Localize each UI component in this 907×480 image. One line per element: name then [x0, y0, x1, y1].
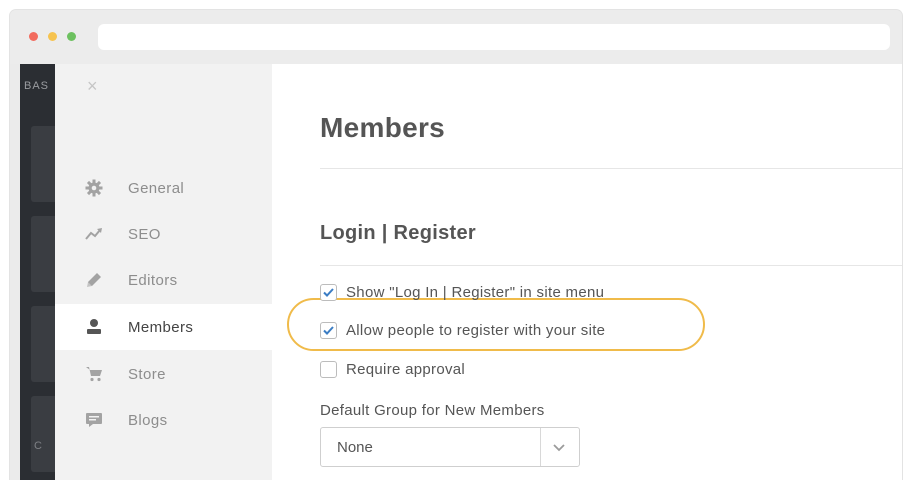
- sidebar-item-general[interactable]: General: [55, 165, 272, 211]
- panel-bottom-text: C: [34, 440, 42, 452]
- panel-block[interactable]: [31, 216, 55, 292]
- person-icon: [83, 316, 105, 338]
- divider: [320, 168, 902, 169]
- require-approval-checkbox[interactable]: [320, 360, 337, 378]
- gear-icon: [83, 177, 105, 199]
- sidebar-item-members[interactable]: Members: [55, 304, 272, 350]
- maximize-window-dot[interactable]: [67, 32, 76, 41]
- chevron-down-icon[interactable]: [552, 440, 566, 459]
- section-title: Login | Register: [320, 222, 476, 244]
- browser-window: BAS C × General SEO Editors Members Stor…: [10, 10, 902, 480]
- panel-block[interactable]: [31, 126, 55, 202]
- sidebar-item-label: Editors: [128, 271, 178, 289]
- sidebar-item-blogs[interactable]: Blogs: [55, 397, 272, 443]
- settings-panel: Members Login | Register Show "Log In | …: [272, 64, 902, 480]
- minimize-window-dot[interactable]: [48, 32, 57, 41]
- divider: [320, 265, 902, 266]
- default-group-select[interactable]: None: [320, 427, 580, 467]
- default-group-label: Default Group for New Members: [320, 402, 545, 419]
- settings-sidebar: × General SEO Editors Members Store Blog…: [55, 64, 272, 480]
- allow-register-checkbox[interactable]: [320, 321, 337, 339]
- sidebar-item-label: Store: [128, 365, 166, 383]
- editor-side-panel: BAS C: [20, 64, 55, 480]
- trend-icon: [83, 223, 105, 245]
- sidebar-item-label: Blogs: [128, 411, 168, 429]
- sidebar-item-label: General: [128, 179, 185, 197]
- sidebar-item-editors[interactable]: Editors: [55, 257, 272, 303]
- sidebar-item-store[interactable]: Store: [55, 351, 272, 397]
- sidebar-item-label: SEO: [128, 225, 161, 243]
- allow-register-option[interactable]: Allow people to register with your site: [320, 319, 605, 341]
- cart-icon: [83, 363, 105, 385]
- panel-block[interactable]: [31, 306, 55, 382]
- close-icon[interactable]: ×: [87, 76, 98, 97]
- select-separator: [540, 428, 541, 466]
- checkbox-label: Show "Log In | Register" in site menu: [346, 283, 605, 301]
- checkbox-label: Allow people to register with your site: [346, 321, 606, 339]
- checkbox-label: Require approval: [346, 360, 466, 378]
- page-title: Members: [320, 112, 446, 143]
- panel-top-text: BAS: [24, 80, 50, 92]
- show-login-menu-option[interactable]: Show "Log In | Register" in site menu: [320, 281, 604, 303]
- sidebar-item-label: Members: [128, 318, 194, 336]
- pencil-icon: [83, 269, 105, 291]
- sidebar-item-seo[interactable]: SEO: [55, 211, 272, 257]
- show-login-menu-checkbox[interactable]: [320, 283, 337, 301]
- panel-block[interactable]: [31, 396, 55, 472]
- require-approval-option[interactable]: Require approval: [320, 358, 465, 380]
- default-group-value: None: [337, 439, 373, 456]
- address-bar[interactable]: [98, 24, 890, 50]
- browser-titlebar: [10, 10, 902, 64]
- blog-icon: [83, 409, 105, 431]
- close-window-dot[interactable]: [29, 32, 38, 41]
